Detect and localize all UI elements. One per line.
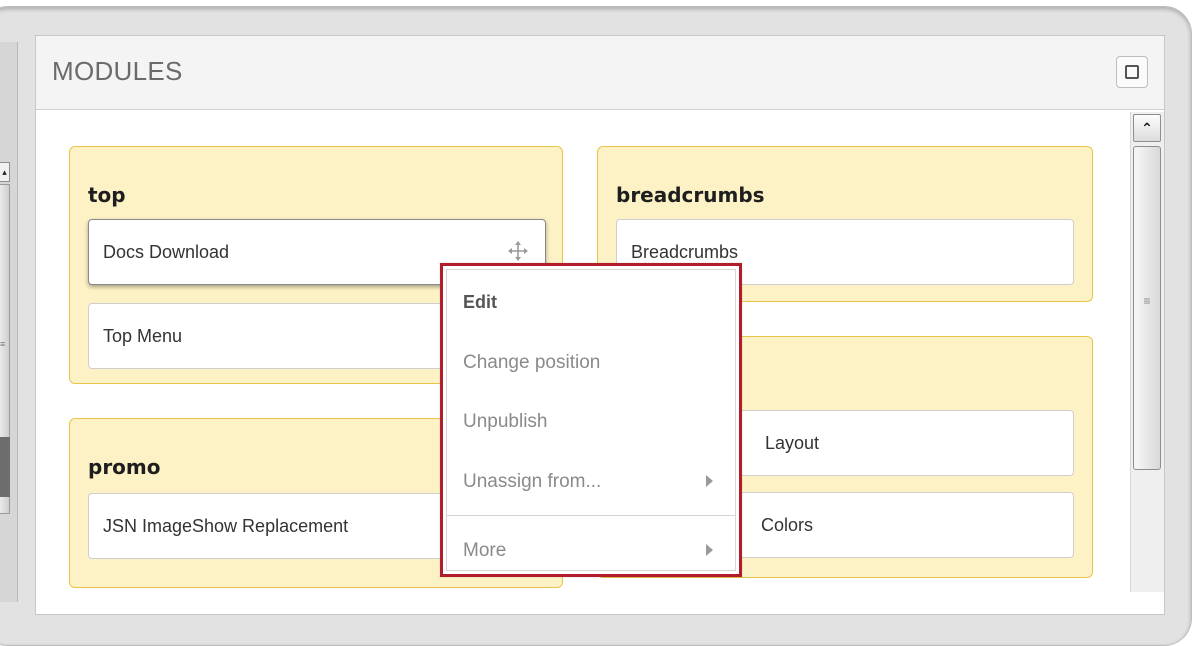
menu-item-more[interactable]: More (463, 540, 719, 562)
context-menu-inner: Edit Change position Unpublish Unassign … (446, 269, 736, 571)
position-title: breadcrumbs (616, 183, 765, 207)
left-panel: ▴ ≡ (0, 42, 18, 602)
panel-header: MODULES (36, 36, 1164, 110)
left-scroll-up-icon[interactable]: ▴ (0, 162, 10, 182)
position-title: top (88, 183, 126, 207)
menu-item-unpublish[interactable]: Unpublish (463, 411, 719, 433)
menu-item-label: Change position (463, 352, 601, 373)
menu-item-label: Unassign from... (463, 471, 602, 492)
left-grip-icon: ≡ (0, 339, 6, 349)
position-title: promo (88, 455, 161, 479)
module-label: Docs Download (103, 242, 230, 262)
menu-item-unassign-from[interactable]: Unassign from... (463, 471, 719, 493)
panel-title: MODULES (52, 56, 183, 86)
menu-item-change-position[interactable]: Change position (463, 352, 719, 374)
menu-item-label: Edit (463, 292, 497, 312)
maximize-icon (1125, 65, 1139, 79)
left-scroll-track-dark (0, 437, 10, 497)
module-label: Top Menu (103, 326, 183, 346)
module-label: Colors (761, 515, 814, 535)
context-menu: Edit Change position Unpublish Unassign … (440, 263, 742, 577)
grip-icon: ≡ (1143, 294, 1151, 308)
submenu-arrow-icon (706, 544, 713, 556)
menu-divider (447, 515, 735, 516)
menu-item-label: Unpublish (463, 411, 548, 432)
scroll-up-icon[interactable]: ⌃ (1133, 114, 1161, 142)
menu-item-edit[interactable]: Edit (463, 292, 719, 313)
submenu-arrow-icon (706, 475, 713, 487)
module-label: JSN ImageShow Replacement (103, 516, 349, 536)
menu-item-label: More (463, 540, 507, 561)
maximize-button[interactable] (1116, 56, 1148, 88)
scrollbar-thumb[interactable]: ≡ (1133, 146, 1161, 470)
module-label: Layout (765, 433, 820, 453)
module-label: Breadcrumbs (631, 242, 739, 262)
move-icon[interactable] (507, 240, 529, 262)
vertical-scrollbar[interactable]: ⌃ ≡ (1130, 112, 1164, 592)
